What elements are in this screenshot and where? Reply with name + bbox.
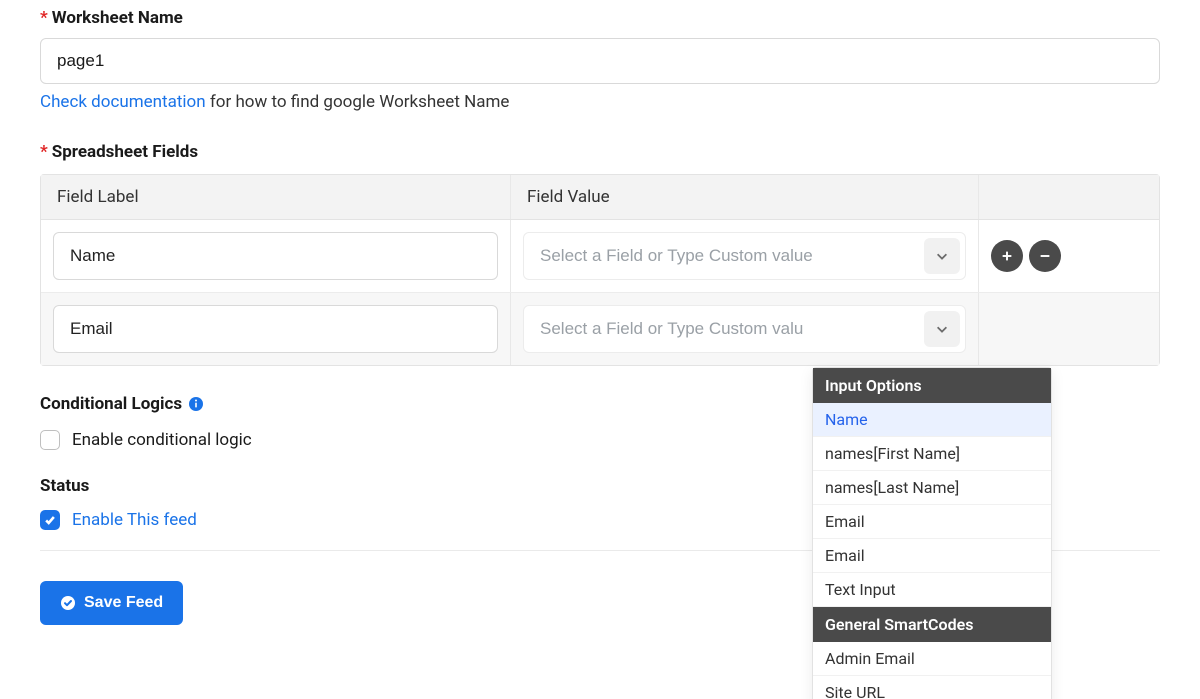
field-value-input[interactable] (523, 305, 966, 353)
dropdown-item[interactable]: Email (813, 539, 1051, 573)
field-label-input[interactable] (53, 305, 498, 353)
col-header-field-value: Field Value (511, 175, 979, 219)
dropdown-item[interactable]: names[First Name] (813, 437, 1051, 471)
required-asterisk: * (40, 142, 48, 162)
worksheet-help-rest: for how to find google Worksheet Name (206, 92, 510, 112)
field-label-cell (41, 220, 511, 292)
info-icon (188, 396, 204, 412)
field-value-input[interactable] (523, 232, 966, 280)
dropdown-item[interactable]: names[Last Name] (813, 471, 1051, 505)
check-icon (44, 514, 56, 526)
field-value-dropdown: Input OptionsNamenames[First Name]names[… (812, 367, 1052, 699)
field-actions-cell (979, 293, 1159, 365)
field-value-cell (511, 220, 979, 292)
dropdown-item[interactable]: Text Input (813, 573, 1051, 607)
table-row (41, 220, 1159, 293)
check-circle-icon (60, 595, 76, 611)
field-value-cell: Input OptionsNamenames[First Name]names[… (511, 293, 979, 365)
worksheet-name-label-text: Worksheet Name (52, 8, 183, 28)
dropdown-group-header: Input Options (813, 368, 1051, 403)
add-field-button[interactable] (991, 240, 1023, 272)
worksheet-name-input[interactable] (40, 38, 1160, 84)
spreadsheet-fields-table: Field Label Field Value Input OptionsNam… (40, 174, 1160, 366)
spreadsheet-fields-label: *Spreadsheet Fields (40, 142, 1160, 162)
col-header-actions (979, 175, 1159, 219)
enable-conditional-logic-checkbox[interactable] (40, 430, 60, 450)
enable-feed-label: Enable This feed (72, 510, 197, 530)
chevron-down-icon (935, 249, 949, 263)
minus-icon (1038, 249, 1052, 263)
spreadsheet-fields-label-text: Spreadsheet Fields (52, 142, 198, 162)
enable-conditional-logic-label: Enable conditional logic (72, 430, 252, 450)
field-value-dropdown-toggle[interactable] (924, 311, 960, 347)
dropdown-item[interactable]: Email (813, 505, 1051, 539)
chevron-down-icon (935, 322, 949, 336)
save-feed-button[interactable]: Save Feed (40, 581, 183, 625)
check-documentation-link[interactable]: Check documentation (40, 92, 206, 112)
worksheet-name-label: *Worksheet Name (40, 8, 1160, 28)
field-actions-cell (979, 220, 1159, 292)
remove-field-button[interactable] (1029, 240, 1061, 272)
save-feed-button-label: Save Feed (84, 594, 163, 612)
field-value-dropdown-toggle[interactable] (924, 238, 960, 274)
field-label-input[interactable] (53, 232, 498, 280)
worksheet-help-text: Check documentation for how to find goog… (40, 92, 1160, 112)
dropdown-item[interactable]: Admin Email (813, 642, 1051, 676)
table-row: Input OptionsNamenames[First Name]names[… (41, 293, 1159, 365)
conditional-logics-title-text: Conditional Logics (40, 394, 182, 414)
dropdown-item[interactable]: Site URL (813, 676, 1051, 699)
required-asterisk: * (40, 8, 48, 28)
col-header-field-label: Field Label (41, 175, 511, 219)
field-label-cell (41, 293, 511, 365)
plus-icon (1000, 249, 1014, 263)
enable-feed-checkbox[interactable] (40, 510, 60, 530)
table-header-row: Field Label Field Value (41, 175, 1159, 220)
dropdown-item[interactable]: Name (813, 403, 1051, 437)
dropdown-group-header: General SmartCodes (813, 607, 1051, 642)
